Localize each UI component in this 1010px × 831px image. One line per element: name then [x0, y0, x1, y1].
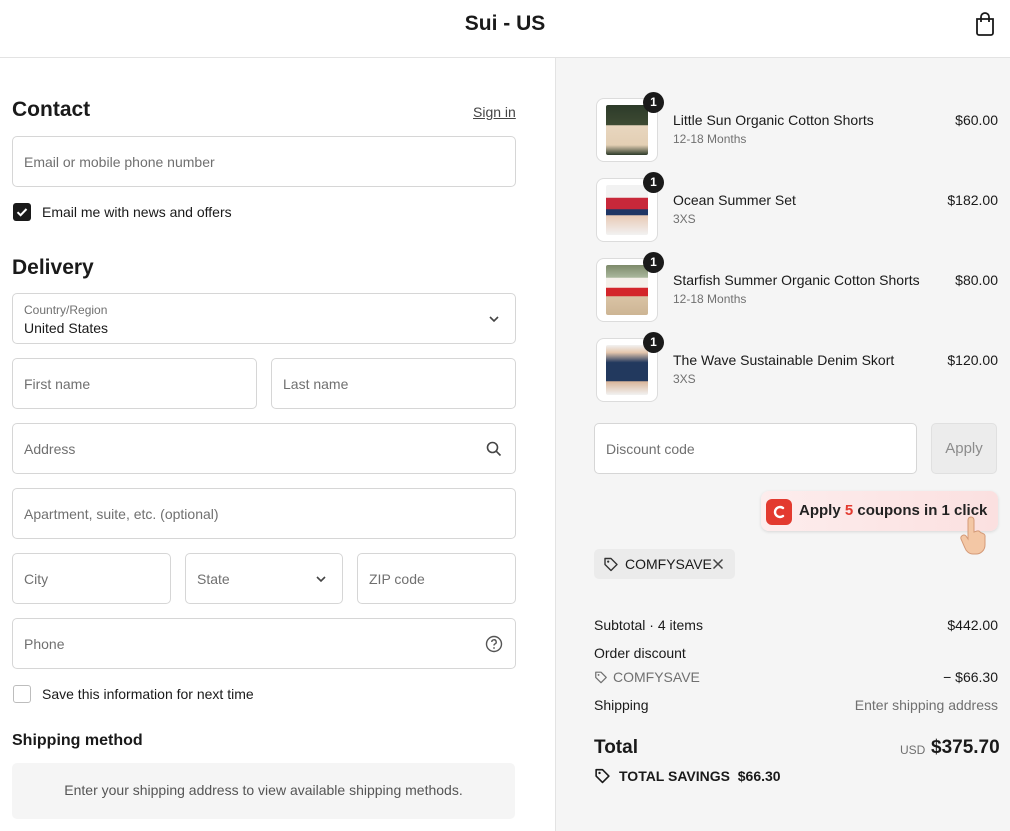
country-value: United States [24, 320, 109, 336]
news-checkbox-row[interactable]: Email me with news and offers [13, 203, 232, 221]
order-discount-row: Order discount [594, 645, 998, 661]
first-name-placeholder: First name [24, 375, 91, 392]
line-item: 1 Little Sun Organic Cotton Shorts 12-18… [596, 92, 998, 162]
shipping-value: Enter shipping address [854, 697, 998, 713]
shopping-bag-icon[interactable] [972, 11, 998, 37]
item-name: The Wave Sustainable Denim Skort [673, 352, 895, 368]
email-placeholder: Email or mobile phone number [24, 153, 215, 170]
apartment-field[interactable]: Apartment, suite, etc. (optional) [12, 488, 516, 539]
shipping-method-box: Enter your shipping address to view avai… [12, 763, 515, 819]
remove-discount-icon[interactable] [711, 557, 725, 571]
quantity-badge: 1 [643, 172, 664, 193]
tag-icon [595, 768, 610, 784]
phone-field[interactable]: Phone [12, 618, 516, 669]
news-checkbox-label: Email me with news and offers [42, 204, 232, 220]
zip-placeholder: ZIP code [369, 570, 425, 587]
search-icon [486, 441, 502, 456]
save-info-label: Save this information for next time [42, 686, 254, 702]
apply-discount-button[interactable]: Apply [931, 423, 997, 474]
save-info-checkbox[interactable] [13, 685, 31, 703]
total-value: $375.70 [931, 737, 1000, 758]
address-field[interactable]: Address [12, 423, 516, 474]
total-savings: TOTAL SAVINGS $66.30 [594, 767, 781, 784]
email-field[interactable]: Email or mobile phone number [12, 136, 516, 187]
shipping-row: Shipping Enter shipping address [594, 697, 998, 713]
check-icon [16, 208, 28, 217]
quantity-badge: 1 [643, 92, 664, 113]
tag-icon [595, 671, 607, 684]
item-price: $120.00 [947, 352, 998, 368]
order-summary: 1 Little Sun Organic Cotton Shorts 12-18… [555, 58, 1010, 831]
first-name-field[interactable]: First name [12, 358, 257, 409]
sign-in-link[interactable]: Sign in [473, 104, 516, 120]
line-item: 1 Starfish Summer Organic Cotton Shorts … [596, 252, 998, 322]
applied-discount-code: COMFYSAVE [625, 556, 712, 572]
state-select[interactable]: State [185, 553, 343, 604]
discount-code-field[interactable]: Discount code [594, 423, 917, 474]
subtotal-label: Subtotal · 4 items [594, 617, 703, 633]
item-price: $182.00 [947, 192, 998, 208]
help-icon[interactable] [485, 635, 503, 653]
pointer-hand-icon [960, 516, 986, 555]
item-variant: 3XS [673, 372, 696, 386]
line-item: 1 Ocean Summer Set 3XS $182.00 [596, 172, 998, 242]
chevron-down-icon [489, 315, 499, 322]
city-field[interactable]: City [12, 553, 171, 604]
last-name-field[interactable]: Last name [271, 358, 516, 409]
shipping-method-message: Enter your shipping address to view avai… [64, 782, 463, 798]
last-name-placeholder: Last name [283, 375, 349, 392]
state-placeholder: State [197, 570, 230, 587]
item-price: $60.00 [955, 112, 998, 128]
store-title: Sui - US [464, 12, 546, 35]
summary-discount-code: COMFYSAVE [613, 669, 700, 685]
save-info-row[interactable]: Save this information for next time [13, 685, 254, 703]
discount-code-placeholder: Discount code [606, 440, 695, 457]
quantity-badge: 1 [643, 252, 664, 273]
tag-icon [604, 557, 618, 572]
item-name: Ocean Summer Set [673, 192, 796, 208]
checkout-form: Contact Sign in Email or mobile phone nu… [0, 58, 555, 831]
news-checkbox[interactable] [13, 203, 31, 221]
address-placeholder: Address [24, 440, 76, 457]
shipping-method-heading: Shipping method [12, 732, 143, 749]
quantity-badge: 1 [643, 332, 664, 353]
shipping-label: Shipping [594, 697, 649, 713]
zip-field[interactable]: ZIP code [357, 553, 516, 604]
applied-discount-chip: COMFYSAVE [594, 549, 735, 579]
discount-code-row: COMFYSAVE − $66.30 [594, 669, 998, 685]
coupon-extension-logo-icon [766, 499, 792, 525]
chevron-down-icon [316, 575, 326, 582]
subtotal-value: $442.00 [947, 617, 998, 633]
item-name: Little Sun Organic Cotton Shorts [673, 112, 874, 128]
country-select[interactable]: Country/Region United States [12, 293, 516, 344]
total-label: Total [594, 737, 638, 758]
subtotal-row: Subtotal · 4 items $442.00 [594, 617, 998, 633]
delivery-heading: Delivery [12, 256, 94, 279]
item-variant: 12-18 Months [673, 292, 747, 306]
total-currency: USD [900, 743, 926, 757]
line-item: 1 The Wave Sustainable Denim Skort 3XS $… [596, 332, 998, 402]
savings-value: $66.30 [737, 767, 781, 784]
header: Sui - US [0, 0, 1010, 58]
country-label: Country/Region [24, 303, 108, 317]
item-price: $80.00 [955, 272, 998, 288]
discount-value: − $66.30 [943, 669, 998, 685]
item-variant: 3XS [673, 212, 696, 226]
order-discount-label: Order discount [594, 645, 686, 661]
phone-placeholder: Phone [24, 635, 65, 652]
savings-label: TOTAL SAVINGS [619, 767, 730, 784]
item-variant: 12-18 Months [673, 132, 747, 146]
city-placeholder: City [24, 570, 49, 587]
apartment-placeholder: Apartment, suite, etc. (optional) [24, 505, 219, 522]
contact-heading: Contact [12, 98, 91, 121]
item-name: Starfish Summer Organic Cotton Shorts [673, 272, 920, 288]
